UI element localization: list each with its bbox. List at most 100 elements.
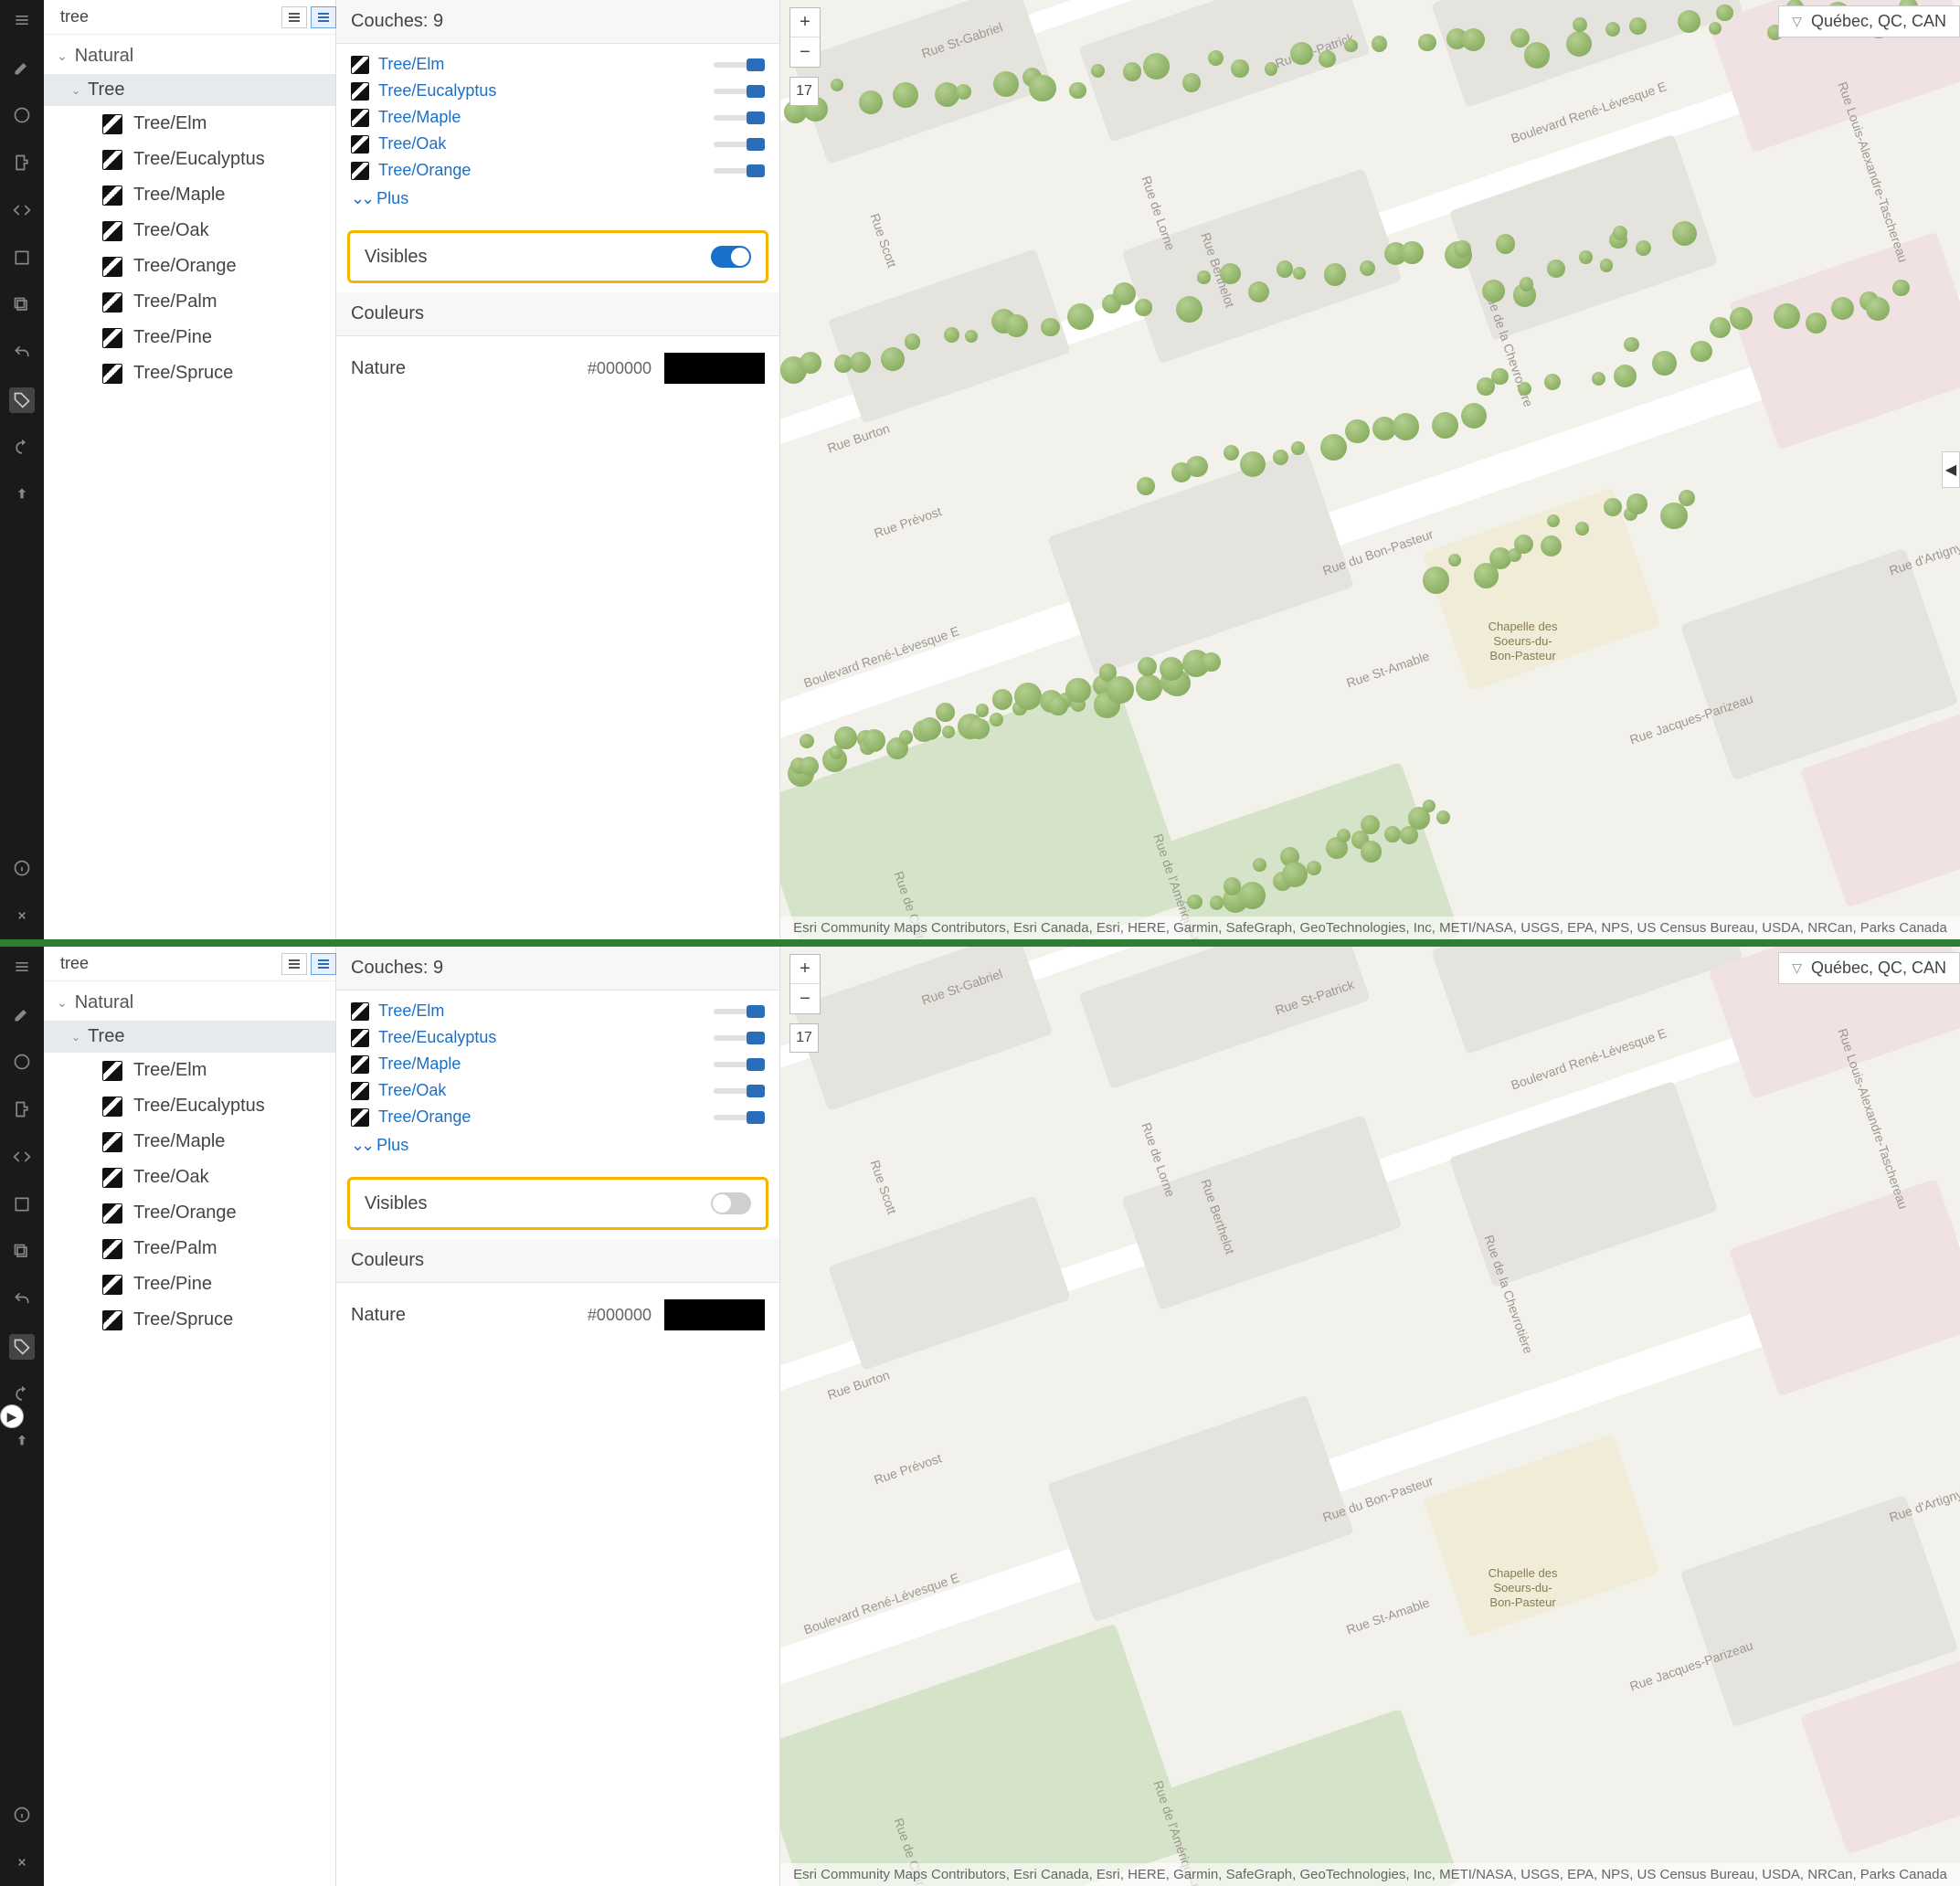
opacity-slider[interactable] [714, 168, 765, 174]
layer-icon [102, 292, 122, 313]
layer-icon [102, 1203, 122, 1224]
tree-leaf[interactable]: Tree/Pine [44, 320, 335, 355]
color-swatch[interactable] [664, 353, 765, 384]
plus-row[interactable]: ⌄⌄Plus [351, 184, 765, 214]
opacity-slider[interactable] [714, 1035, 765, 1041]
tree-leaf[interactable]: Tree/Elm [44, 1053, 335, 1088]
map-collapse-handle[interactable]: ◀ [1942, 451, 1960, 488]
view-btn-detail[interactable] [311, 953, 336, 975]
rail-icon-globe[interactable] [9, 1049, 35, 1075]
tree-node-tree[interactable]: ⌄Tree [44, 1021, 335, 1053]
rail-icon-pen[interactable] [9, 55, 35, 80]
visibles-switch[interactable] [711, 1192, 751, 1214]
tree-leaf[interactable]: Tree/Spruce [44, 355, 335, 391]
view-btn-list[interactable] [281, 953, 307, 975]
map-canvas[interactable]: Rue St-GabrielRue St-PatrickBoulevard Re… [780, 0, 1960, 939]
layer-link[interactable]: Tree/Eucalyptus [378, 1028, 496, 1047]
chevron-down-icon: ⌄ [57, 48, 68, 64]
tree-leaf[interactable]: Tree/Spruce [44, 1302, 335, 1338]
layer-icon [102, 1168, 122, 1188]
zoom-out-button[interactable]: − [790, 37, 820, 67]
zoom-in-button[interactable]: + [790, 955, 820, 984]
rail-icon-globe[interactable] [9, 102, 35, 128]
map-wrap-bottom[interactable]: Rue St-GabrielRue St-PatrickBoulevard Re… [780, 947, 1960, 1886]
layer-link[interactable]: Tree/Oak [378, 134, 446, 154]
tree-leaf[interactable]: Tree/Orange [44, 249, 335, 284]
tree-node-tree[interactable]: ⌄Tree [44, 74, 335, 106]
tree-group-natural[interactable]: ⌄Natural [44, 985, 335, 1021]
rail-icon-box[interactable] [9, 245, 35, 270]
opacity-slider[interactable] [714, 1062, 765, 1067]
rail-icon-undo[interactable] [9, 340, 35, 366]
opacity-slider[interactable] [714, 142, 765, 147]
tree-leaf[interactable]: Tree/Elm [44, 106, 335, 142]
tree-leaf[interactable]: Tree/Eucalyptus [44, 142, 335, 177]
rail-icon-box[interactable] [9, 1192, 35, 1217]
double-chevron-down-icon: ⌄⌄ [351, 189, 371, 208]
zoom-out-button[interactable]: − [790, 984, 820, 1013]
rail-icon-undo[interactable] [9, 1287, 35, 1312]
map-wrap-top[interactable]: Rue St-GabrielRue St-PatrickBoulevard Re… [780, 0, 1960, 939]
tree-leaf[interactable]: Tree/Eucalyptus [44, 1088, 335, 1124]
opacity-slider[interactable] [714, 62, 765, 68]
visibles-switch[interactable] [711, 246, 751, 268]
rail-icon-copy[interactable] [9, 1239, 35, 1265]
layer-icon [351, 1029, 369, 1047]
opacity-slider[interactable] [714, 1009, 765, 1014]
opacity-slider[interactable] [714, 89, 765, 94]
plus-row[interactable]: ⌄⌄Plus [351, 1130, 765, 1160]
zoom-in-button[interactable]: + [790, 8, 820, 37]
view-btn-list[interactable] [281, 6, 307, 28]
layer-icon [102, 257, 122, 277]
rail-icon-pen[interactable] [9, 1001, 35, 1027]
rail-icon-info[interactable] [9, 1802, 35, 1828]
rail-icon-more[interactable] [9, 903, 35, 928]
rail-icon-code[interactable] [9, 1144, 35, 1170]
layer-link[interactable]: Tree/Orange [378, 161, 471, 180]
rail-icon-tag[interactable] [9, 387, 35, 413]
map-location-box[interactable]: ▽Québec, QC, CAN [1778, 5, 1960, 37]
tree-group-natural[interactable]: ⌄Natural [44, 38, 335, 74]
couleurs-body: Nature #000000 [336, 336, 779, 400]
layer-link[interactable]: Tree/Orange [378, 1107, 471, 1127]
rail-icon-tag[interactable] [9, 1334, 35, 1360]
layer-link[interactable]: Tree/Eucalyptus [378, 81, 496, 101]
opacity-slider[interactable] [714, 1115, 765, 1120]
tree-leaf[interactable]: Tree/Oak [44, 1160, 335, 1195]
layer-icon [351, 1108, 369, 1127]
layer-link[interactable]: Tree/Elm [378, 55, 444, 74]
color-swatch[interactable] [664, 1299, 765, 1330]
rail-icon-refresh[interactable] [9, 1382, 35, 1407]
layer-link[interactable]: Tree/Oak [378, 1081, 446, 1100]
expand-handle[interactable]: ▶ [0, 1404, 24, 1428]
tree-leaf[interactable]: Tree/Maple [44, 1124, 335, 1160]
rail-icon-upload[interactable] [9, 1429, 35, 1455]
tree-search-input[interactable] [57, 4, 276, 30]
tree-leaf[interactable]: Tree/Orange [44, 1195, 335, 1231]
tree-leaf[interactable]: Tree/Palm [44, 284, 335, 320]
tree-leaf[interactable]: Tree/Maple [44, 177, 335, 213]
layer-link[interactable]: Tree/Maple [378, 108, 461, 127]
rail-icon-layers[interactable] [9, 7, 35, 33]
rail-icon-copy[interactable] [9, 292, 35, 318]
rail-icon-more[interactable] [9, 1849, 35, 1875]
map-canvas[interactable]: Rue St-GabrielRue St-PatrickBoulevard Re… [780, 947, 1960, 1886]
tree-leaf[interactable]: Tree/Oak [44, 213, 335, 249]
rail-icon-info[interactable] [9, 855, 35, 881]
rail-icon-code[interactable] [9, 197, 35, 223]
rail-icon-upload[interactable] [9, 482, 35, 508]
layer-link[interactable]: Tree/Elm [378, 1001, 444, 1021]
rail-icon-paint[interactable] [9, 1097, 35, 1122]
map-location-box[interactable]: ▽Québec, QC, CAN [1778, 952, 1960, 984]
layer-link[interactable]: Tree/Maple [378, 1054, 461, 1074]
view-btn-detail[interactable] [311, 6, 336, 28]
opacity-slider[interactable] [714, 1088, 765, 1094]
tree-search-input[interactable] [57, 950, 276, 977]
rail-icon-layers[interactable] [9, 954, 35, 980]
color-hex-label: #000000 [588, 1306, 652, 1325]
tree-leaf[interactable]: Tree/Palm [44, 1231, 335, 1266]
opacity-slider[interactable] [714, 115, 765, 121]
tree-leaf[interactable]: Tree/Pine [44, 1266, 335, 1302]
rail-icon-paint[interactable] [9, 150, 35, 175]
rail-icon-refresh[interactable] [9, 435, 35, 461]
